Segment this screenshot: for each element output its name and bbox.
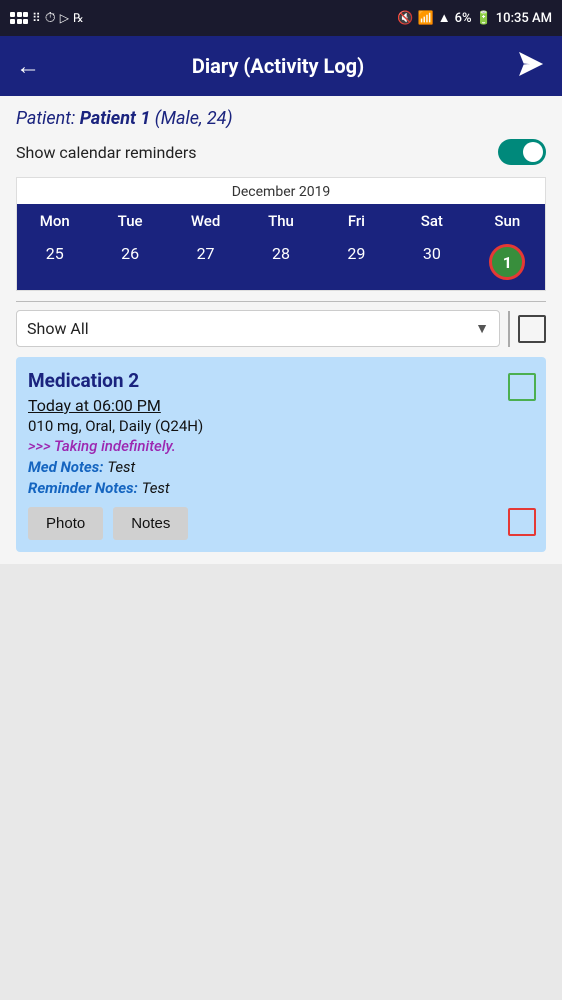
cal-header-sun: Sun [470, 204, 545, 236]
cal-day-25[interactable]: 25 [17, 236, 92, 290]
calendar-header: Mon Tue Wed Thu Fri Sat Sun [17, 204, 545, 236]
circles-icon: ⠿ [32, 11, 41, 25]
grid-icon [10, 12, 28, 24]
back-button[interactable]: ← [16, 52, 40, 81]
cal-header-tue: Tue [92, 204, 167, 236]
reminder-toggle[interactable] [498, 139, 546, 165]
wifi-icon: 📶 [418, 11, 434, 26]
med-taking: >>> Taking indefinitely. [28, 437, 498, 455]
cal-header-wed: Wed [168, 204, 243, 236]
med-notes-label: Med Notes: [28, 458, 103, 476]
patient-info: Patient: Patient 1 (Male, 24) [16, 108, 546, 129]
cal-day-29[interactable]: 29 [319, 236, 394, 290]
med-name: Medication 2 [28, 369, 498, 392]
send-button[interactable] [516, 49, 546, 83]
battery-percent: 6% [455, 11, 472, 26]
app-bar-title: Diary (Activity Log) [192, 54, 364, 78]
show-all-dropdown[interactable]: Show All ▼ [16, 310, 500, 347]
medication-card: Medication 2 Today at 06:00 PM 010 mg, O… [16, 357, 546, 552]
reminder-notes-row: Reminder Notes: Test [28, 478, 498, 497]
reminder-label: Show calendar reminders [16, 143, 197, 162]
status-right-info: 🔇 📶 ▲ 6% 🔋 10:35 AM [397, 10, 552, 26]
cal-day-27[interactable]: 27 [168, 236, 243, 290]
med-notes-value: Test [107, 458, 135, 476]
filter-checkbox[interactable] [518, 315, 546, 343]
signal-icon: ▲ [438, 10, 451, 26]
calendar-month-year: December 2019 [17, 178, 545, 204]
calendar: December 2019 Mon Tue Wed Thu Fri Sat Su… [16, 177, 546, 291]
status-bar: ⠿ ⏱ ▷ ℞ 🔇 📶 ▲ 6% 🔋 10:35 AM [0, 0, 562, 36]
calendar-row: 25 26 27 28 29 30 1 [17, 236, 545, 290]
today-indicator: 1 [489, 244, 525, 280]
main-content: Patient: Patient 1 (Male, 24) Show calen… [0, 96, 562, 564]
patient-label-text: Patient: [16, 108, 75, 129]
green-checkbox[interactable] [508, 373, 536, 401]
filter-label: Show All [27, 319, 89, 338]
rx-icon: ℞ [73, 11, 84, 25]
med-buttons: Photo Notes [28, 507, 498, 540]
cal-day-26[interactable]: 26 [92, 236, 167, 290]
patient-name: Patient 1 [80, 108, 151, 129]
reminder-row: Show calendar reminders [16, 139, 546, 165]
app-bar: ← Diary (Activity Log) [0, 36, 562, 96]
divider [16, 301, 546, 302]
time-display: 10:35 AM [496, 11, 552, 26]
battery-icon: 🔋 [476, 11, 492, 26]
med-time: Today at 06:00 PM [28, 396, 498, 415]
mute-icon: 🔇 [397, 11, 413, 26]
cal-day-1[interactable]: 1 [470, 236, 545, 290]
status-left-icons: ⠿ ⏱ ▷ ℞ [10, 10, 84, 26]
med-dosage: 010 mg, Oral, Daily (Q24H) [28, 417, 498, 435]
filter-row: Show All ▼ [16, 310, 546, 347]
play-icon: ▷ [60, 11, 69, 25]
reminder-notes-value: Test [142, 479, 170, 497]
reminder-notes-label: Reminder Notes: [28, 479, 138, 497]
chevron-down-icon: ▼ [475, 320, 489, 337]
cal-header-mon: Mon [17, 204, 92, 236]
photo-button[interactable]: Photo [28, 507, 103, 540]
cal-header-fri: Fri [319, 204, 394, 236]
notes-button[interactable]: Notes [113, 507, 188, 540]
patient-details: (Male, 24) [155, 108, 233, 129]
med-checkboxes [508, 369, 536, 540]
cal-header-thu: Thu [243, 204, 318, 236]
med-card-content: Medication 2 Today at 06:00 PM 010 mg, O… [28, 369, 498, 540]
red-checkbox[interactable] [508, 508, 536, 536]
filter-separator [508, 311, 510, 347]
cal-day-28[interactable]: 28 [243, 236, 318, 290]
cal-header-sat: Sat [394, 204, 469, 236]
cal-day-30[interactable]: 30 [394, 236, 469, 290]
med-notes-row: Med Notes: Test [28, 457, 498, 476]
clock-icon: ⏱ [45, 10, 56, 26]
